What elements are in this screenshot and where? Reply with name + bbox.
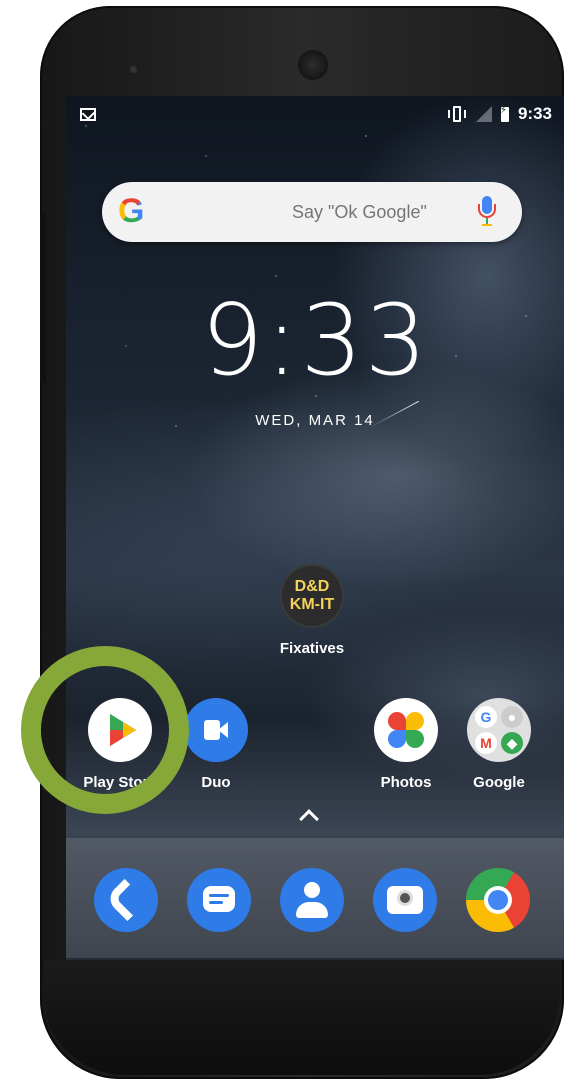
- chrome-icon[interactable]: [466, 868, 530, 932]
- phone-icon[interactable]: [94, 868, 158, 932]
- google-folder-icon: G ● M ◆: [467, 698, 531, 762]
- earpiece-speaker: [298, 50, 328, 80]
- camera-icon[interactable]: [373, 868, 437, 932]
- side-button: [40, 213, 46, 383]
- status-right-icons: 9:33: [447, 104, 552, 124]
- vibrate-icon: [447, 106, 467, 122]
- home-screen: 9:33 G Say "Ok Google" 9:33 WED, MAR 14 …: [66, 96, 564, 960]
- phone-chin: [44, 960, 560, 1075]
- app-google-folder[interactable]: G ● M ◆ Google: [449, 698, 549, 791]
- clock-date[interactable]: WED, MAR 14: [66, 412, 564, 429]
- folder-label: Fixatives: [279, 640, 345, 657]
- messages-icon[interactable]: [187, 868, 251, 932]
- duo-icon: [184, 698, 248, 762]
- battery-charging-icon: [500, 105, 509, 122]
- app-label: Duo: [201, 774, 231, 791]
- search-placeholder: Say "Ok Google": [292, 202, 427, 222]
- highlight-ring-annotation: [21, 646, 189, 814]
- status-bar: 9:33: [66, 96, 564, 130]
- app-label: Google: [473, 774, 525, 791]
- app-photos[interactable]: Photos: [356, 698, 456, 791]
- clock-time[interactable]: 9:33: [66, 284, 564, 398]
- mic-icon[interactable]: [478, 196, 496, 228]
- google-search-bar[interactable]: G Say "Ok Google": [102, 182, 522, 242]
- front-sensor: [130, 66, 137, 73]
- signal-icon: [475, 106, 492, 122]
- folder-fixatives[interactable]: D&D KM-IT Fixatives: [262, 564, 362, 657]
- photos-icon: [374, 698, 438, 762]
- contacts-icon[interactable]: [280, 868, 344, 932]
- gmail-notification-icon: [80, 108, 96, 121]
- folder-icon: D&D KM-IT: [280, 564, 344, 628]
- status-time: 9:33: [517, 104, 552, 123]
- google-logo-icon: G: [118, 192, 145, 230]
- app-label: Photos: [380, 774, 432, 791]
